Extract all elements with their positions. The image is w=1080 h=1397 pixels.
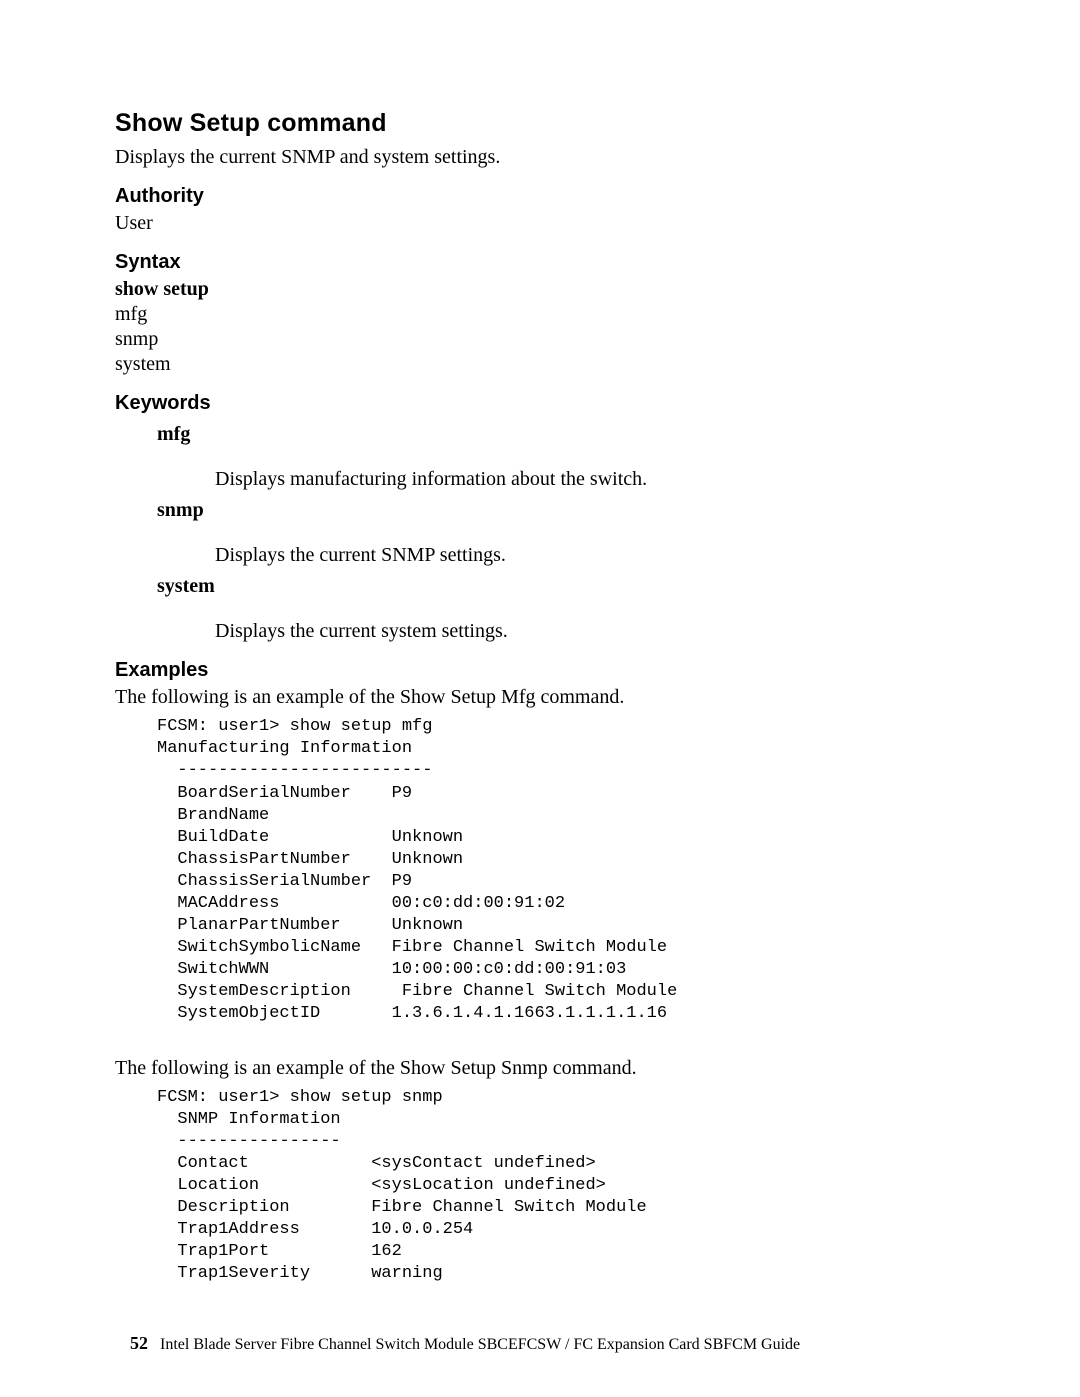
intro-text: Displays the current SNMP and system set… <box>115 145 965 170</box>
keyword-desc: Displays the current system settings. <box>215 619 965 644</box>
keyword-desc: Displays manufacturing information about… <box>215 467 965 492</box>
syntax-heading: Syntax <box>115 250 965 275</box>
example-code-block: FCSM: user1> show setup mfg Manufacturin… <box>157 716 965 1025</box>
example-intro: The following is an example of the Show … <box>115 685 965 710</box>
syntax-arg: system <box>115 352 965 377</box>
keyword-term: mfg <box>157 422 965 447</box>
syntax-arg: snmp <box>115 327 965 352</box>
keyword-term: system <box>157 574 965 599</box>
page-footer: 52 Intel Blade Server Fibre Channel Swit… <box>130 1332 800 1355</box>
authority-value: User <box>115 211 965 236</box>
document-page: Show Setup command Displays the current … <box>0 0 1080 1397</box>
authority-heading: Authority <box>115 184 965 209</box>
footer-text: Intel Blade Server Fibre Channel Switch … <box>160 1336 800 1353</box>
syntax-command: show setup <box>115 277 965 302</box>
keyword-desc: Displays the current SNMP settings. <box>215 543 965 568</box>
page-title: Show Setup command <box>115 108 965 139</box>
examples-heading: Examples <box>115 658 965 683</box>
example-intro: The following is an example of the Show … <box>115 1056 965 1081</box>
keyword-term: snmp <box>157 498 965 523</box>
page-number: 52 <box>130 1333 148 1353</box>
syntax-arg: mfg <box>115 302 965 327</box>
example-code-block: FCSM: user1> show setup snmp SNMP Inform… <box>157 1087 965 1286</box>
keywords-heading: Keywords <box>115 391 965 416</box>
